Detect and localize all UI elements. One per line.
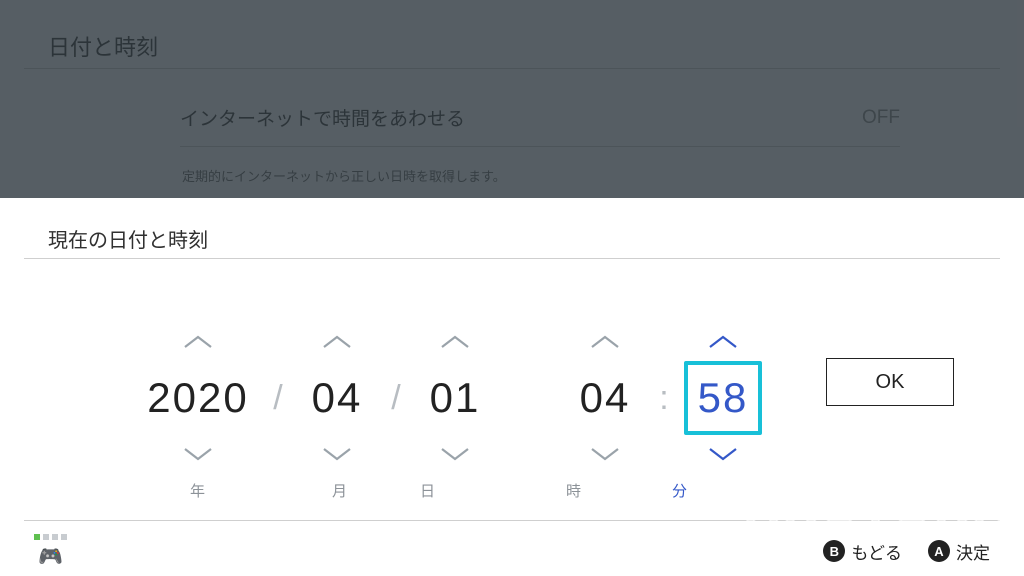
date-separator: / — [266, 379, 290, 418]
hour-column[interactable]: 04 — [566, 333, 644, 463]
month-value: 04 — [306, 361, 368, 435]
chevron-down-icon[interactable] — [181, 445, 215, 463]
back-label: もどる — [851, 539, 902, 564]
chevron-up-icon[interactable] — [588, 333, 622, 351]
chevron-down-icon[interactable] — [588, 445, 622, 463]
footer-bar: 🎮 B もどる A 決定 — [0, 526, 1024, 576]
datetime-picker: 2020 / 04 / 01 04 : — [130, 293, 910, 503]
datetime-dialog: 現在の日付と時刻 2020 / 04 / 01 — [0, 198, 1024, 576]
internet-time-row[interactable]: インターネットで時間をあわせる OFF — [180, 104, 900, 131]
chevron-down-icon[interactable] — [320, 445, 354, 463]
divider — [24, 520, 1000, 521]
confirm-label: 決定 — [956, 539, 990, 564]
a-button-icon: A — [928, 540, 950, 562]
hour-value: 04 — [574, 361, 636, 435]
minute-value: 58 — [684, 361, 762, 435]
day-column[interactable]: 01 — [416, 333, 494, 463]
controller-status-icon: 🎮 — [34, 534, 67, 569]
back-hint: B もどる — [823, 539, 902, 564]
year-value: 2020 — [147, 361, 248, 435]
minute-label: 分 — [672, 480, 687, 501]
dialog-title: 現在の日付と時刻 — [48, 224, 208, 253]
year-column[interactable]: 2020 — [138, 333, 258, 463]
divider — [24, 258, 1000, 259]
confirm-hint: A 決定 — [928, 539, 990, 564]
ok-label: OK — [876, 371, 905, 394]
day-label: 日 — [420, 480, 435, 501]
month-column[interactable]: 04 — [298, 333, 376, 463]
chevron-up-icon[interactable] — [181, 333, 215, 351]
settings-background: 日付と時刻 インターネットで時間をあわせる OFF 定期的にインターネットから正… — [0, 0, 1024, 198]
time-separator: : — [652, 379, 676, 418]
hour-label: 時 — [566, 480, 581, 501]
divider — [24, 68, 1000, 69]
internet-time-description: 定期的にインターネットから正しい日時を取得します。 — [182, 166, 506, 185]
day-value: 01 — [424, 361, 486, 435]
minute-column[interactable]: 58 — [684, 333, 762, 463]
date-separator: / — [384, 379, 408, 418]
chevron-up-icon[interactable] — [706, 333, 740, 351]
b-button-icon: B — [823, 540, 845, 562]
page-title: 日付と時刻 — [48, 30, 158, 62]
internet-time-value: OFF — [862, 107, 900, 129]
divider — [180, 146, 900, 147]
internet-time-label: インターネットで時間をあわせる — [180, 104, 465, 131]
chevron-down-icon[interactable] — [438, 445, 472, 463]
year-label: 年 — [190, 480, 205, 501]
month-label: 月 — [332, 480, 347, 501]
controller-icon: 🎮 — [38, 544, 63, 569]
chevron-down-icon[interactable] — [706, 445, 740, 463]
ok-button[interactable]: OK — [826, 358, 954, 406]
chevron-up-icon[interactable] — [438, 333, 472, 351]
chevron-up-icon[interactable] — [320, 333, 354, 351]
